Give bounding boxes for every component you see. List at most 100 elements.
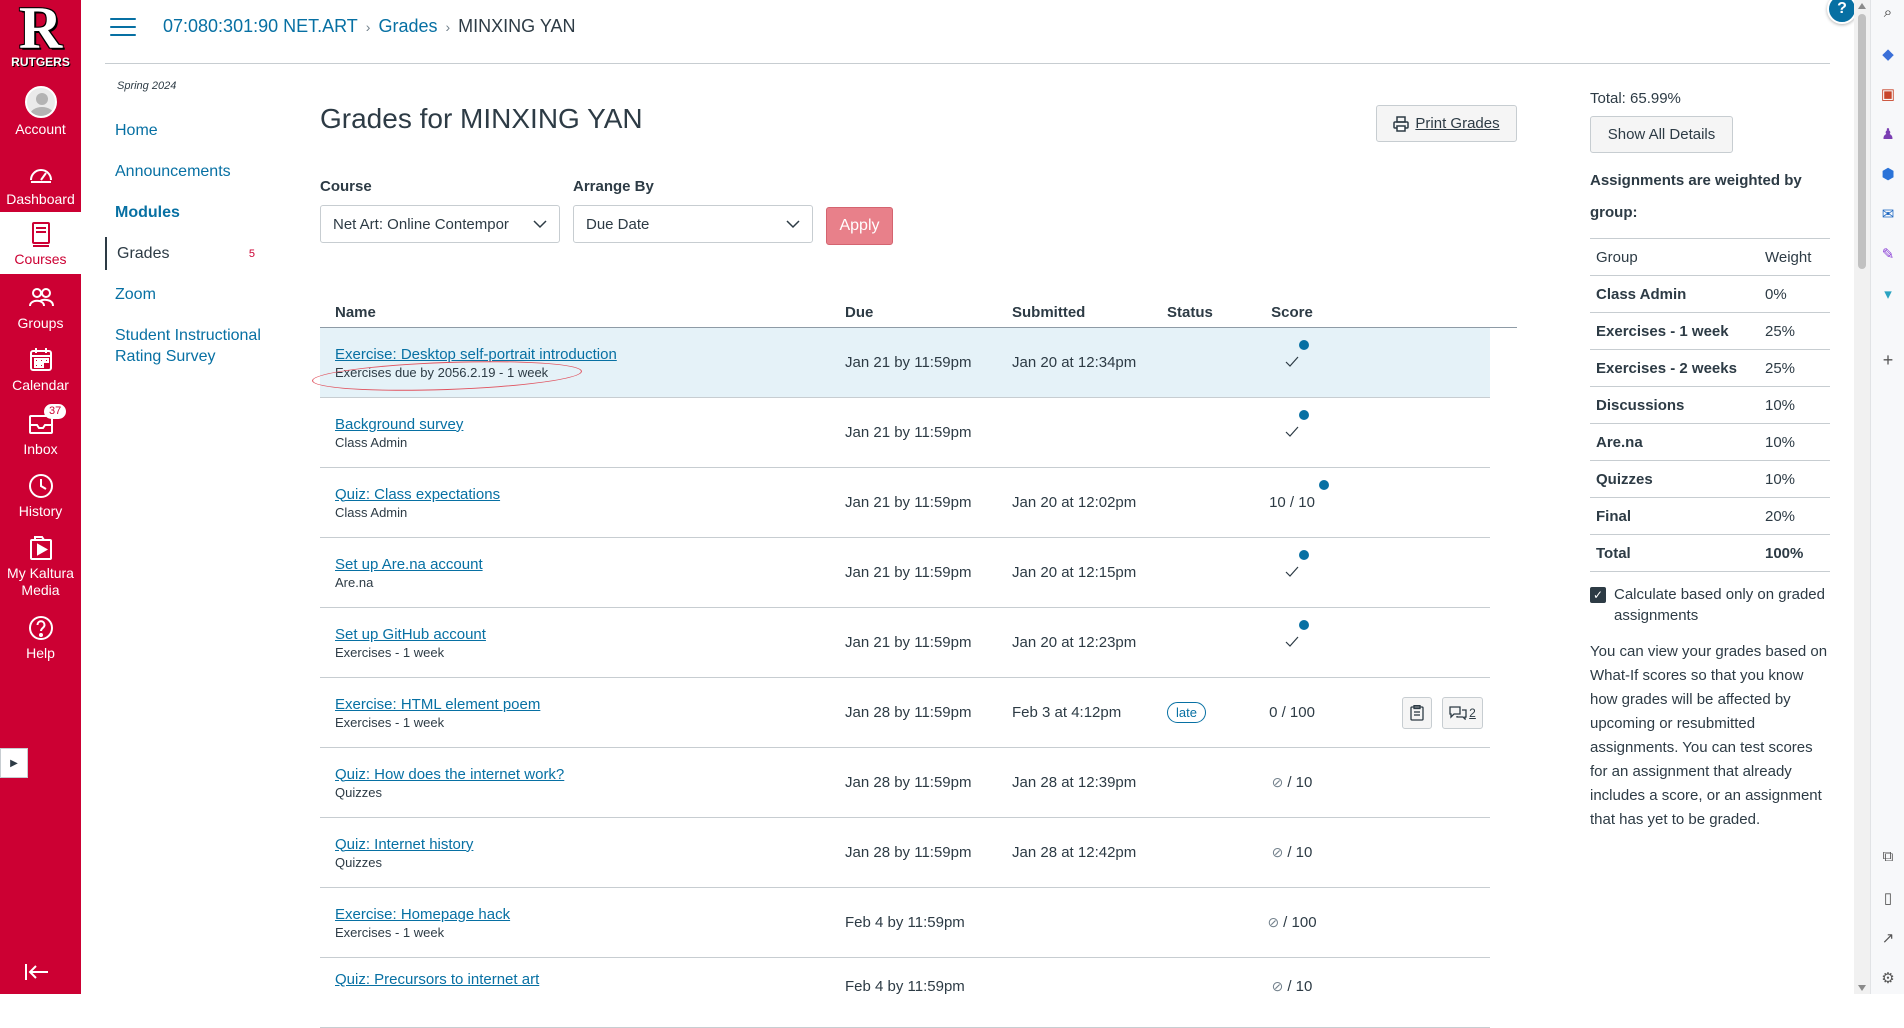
- toolbox-icon[interactable]: ▣: [1878, 84, 1898, 104]
- table-row: Exercise: Desktop self-portrait introduc…: [311, 328, 1490, 398]
- unread-dot-icon: [1299, 619, 1309, 630]
- course-nav-home[interactable]: Home: [105, 114, 285, 147]
- weight-value: 25%: [1765, 322, 1796, 340]
- global-nav-label: My Kaltura Media: [7, 565, 74, 598]
- tag-icon[interactable]: ◆: [1878, 44, 1898, 64]
- global-nav-help[interactable]: Help: [0, 614, 81, 676]
- designer-icon[interactable]: ✎: [1878, 244, 1898, 264]
- comment-count: 2: [1469, 705, 1476, 720]
- global-nav-calendar[interactable]: Calendar: [0, 346, 81, 408]
- expand-tray-tab[interactable]: ▶: [0, 748, 28, 778]
- assignment-link[interactable]: Quiz: How does the internet work?: [335, 765, 845, 785]
- games-icon[interactable]: ♟: [1878, 124, 1898, 144]
- add-icon[interactable]: +: [1878, 350, 1898, 370]
- column-header-due[interactable]: Due: [845, 304, 1012, 321]
- global-nav-label: Account: [15, 121, 66, 137]
- assignment-cell: Exercise: HTML element poem Exercises - …: [320, 695, 845, 731]
- assignment-link[interactable]: Set up GitHub account: [335, 625, 845, 645]
- drop-icon[interactable]: ▾: [1878, 284, 1898, 304]
- breadcrumb-grades[interactable]: Grades: [378, 16, 437, 37]
- assignment-link[interactable]: Quiz: Class expectations: [335, 485, 845, 505]
- assignment-link[interactable]: Exercise: HTML element poem: [335, 695, 845, 715]
- scroll-down-icon[interactable]: [1858, 985, 1866, 991]
- weight-value: 25%: [1765, 359, 1796, 377]
- search-icon[interactable]: ⌕: [1878, 2, 1898, 22]
- breadcrumb-course[interactable]: 07:080:301:90 NET.ART: [163, 16, 358, 37]
- global-nav-history[interactable]: History: [0, 472, 81, 534]
- checkmark-icon: [1285, 356, 1299, 367]
- global-nav-label: Dashboard: [6, 191, 75, 207]
- calculate-checkbox[interactable]: ✓: [1590, 587, 1606, 603]
- collapse-nav-button[interactable]: [24, 962, 54, 986]
- course-nav-zoom[interactable]: Zoom: [105, 278, 285, 311]
- table-row: Set up Are.na account Are.na Jan 21 by 1…: [320, 538, 1490, 608]
- rubric-button[interactable]: [1402, 696, 1432, 729]
- external-link-icon[interactable]: ↗: [1878, 928, 1898, 948]
- comments-button[interactable]: 2: [1442, 696, 1483, 729]
- assignment-link[interactable]: Exercise: Desktop self-portrait introduc…: [335, 345, 845, 365]
- global-nav-groups[interactable]: Groups: [0, 284, 81, 346]
- scroll-up-icon[interactable]: [1858, 3, 1866, 9]
- dashboard-icon: [29, 169, 52, 183]
- score-cell[interactable]: [1252, 339, 1332, 372]
- arrange-select[interactable]: Due Date: [573, 205, 813, 243]
- help-button[interactable]: ?: [1827, 0, 1857, 24]
- due-date: Jan 28 by 11:59pm: [845, 844, 972, 861]
- column-header-status[interactable]: Status: [1167, 304, 1252, 321]
- settings-icon[interactable]: ⚙: [1878, 968, 1898, 988]
- rutgers-logo[interactable]: R RUTGERS: [0, 0, 81, 72]
- score-cell[interactable]: [1252, 619, 1332, 652]
- checkmark-icon: [1285, 636, 1299, 647]
- assignment-cell: Quiz: Internet history Quizzes: [320, 835, 845, 871]
- apply-button[interactable]: Apply: [826, 207, 893, 245]
- calculate-graded-only: ✓ Calculate based only on graded assignm…: [1590, 584, 1830, 626]
- screenshot-icon[interactable]: ⧉: [1878, 846, 1898, 866]
- score-value: / 10: [1287, 774, 1313, 791]
- global-nav-inbox[interactable]: 37 Inbox: [0, 404, 81, 472]
- course-menu-toggle[interactable]: [110, 18, 136, 40]
- course-nav-announcements[interactable]: Announcements: [105, 155, 285, 188]
- column-header-score[interactable]: Score: [1252, 304, 1332, 321]
- browser-side-panel: ⌕ ◆ ▣ ♟ ⬢ ✉ ✎ ▾ + ⧉ ▯ ↗ ⚙: [1870, 0, 1904, 994]
- course-nav-grades[interactable]: Grades 5: [105, 237, 285, 270]
- score-cell[interactable]: ⊘/ 10: [1252, 970, 1332, 995]
- weight-value: 10%: [1765, 470, 1796, 488]
- global-nav-account[interactable]: Account: [0, 86, 81, 148]
- course-header: 07:080:301:90 NET.ART › Grades › MINXING…: [105, 0, 1857, 64]
- assignment-link[interactable]: Exercise: Homepage hack: [335, 905, 845, 925]
- total-grade: Total: 65.99%: [1590, 90, 1681, 107]
- score-cell[interactable]: ⊘/ 100: [1252, 914, 1332, 931]
- column-header-submitted[interactable]: Submitted: [1012, 303, 1167, 323]
- print-grades-button[interactable]: Print Grades: [1376, 105, 1517, 142]
- show-all-details-button[interactable]: Show All Details: [1590, 116, 1733, 153]
- global-nav-courses[interactable]: Courses: [0, 212, 81, 274]
- office-icon[interactable]: ⬢: [1878, 164, 1898, 184]
- course-select-value: Net Art: Online Contempor: [333, 215, 509, 233]
- outlook-icon[interactable]: ✉: [1878, 204, 1898, 224]
- score-cell[interactable]: [1252, 549, 1332, 582]
- assignment-link[interactable]: Background survey: [335, 415, 845, 435]
- score-cell[interactable]: ⊘/ 10: [1252, 774, 1332, 791]
- grades-count-badge: 5: [248, 248, 255, 260]
- assignment-link[interactable]: Set up Are.na account: [335, 555, 845, 575]
- assignment-link[interactable]: Quiz: Precursors to internet art: [335, 970, 845, 990]
- weight-value: 100%: [1765, 544, 1804, 562]
- assignment-link[interactable]: Quiz: Internet history: [335, 835, 845, 855]
- course-nav-modules[interactable]: Modules: [105, 196, 285, 229]
- scrollbar-thumb[interactable]: [1858, 14, 1866, 269]
- due-date: Feb 4 by 11:59pm: [845, 914, 965, 931]
- score-cell[interactable]: ⊘/ 10: [1252, 844, 1332, 861]
- course-nav-survey[interactable]: Student Instructional Rating Survey: [105, 319, 285, 373]
- course-select[interactable]: Net Art: Online Contempor: [320, 205, 560, 243]
- score-cell[interactable]: 0 / 100: [1252, 704, 1332, 721]
- table-header: Name Due Submitted Status Score: [320, 298, 1517, 328]
- weights-row: Class Admin 0%: [1590, 276, 1830, 313]
- sidebar-toggle-icon[interactable]: ▯: [1878, 888, 1898, 908]
- score-cell[interactable]: 10 / 10: [1252, 480, 1332, 511]
- logo-letter: R: [18, 0, 63, 61]
- global-nav-kaltura[interactable]: My Kaltura Media: [0, 534, 81, 602]
- column-header-name[interactable]: Name: [320, 304, 845, 321]
- score-cell[interactable]: [1252, 409, 1332, 442]
- unread-dot-icon: [1299, 549, 1309, 560]
- page-scrollbar[interactable]: [1854, 0, 1870, 994]
